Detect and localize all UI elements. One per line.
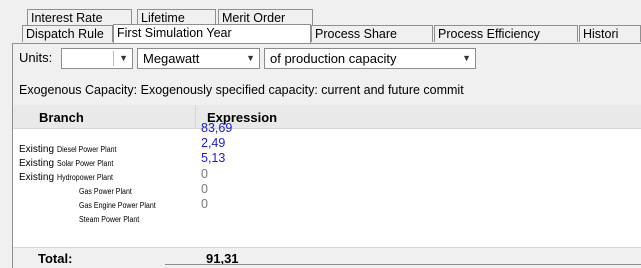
unit-select-value: Megawatt xyxy=(143,51,200,66)
branch-cell[interactable]: Gas Engine Power Plant xyxy=(79,197,166,211)
grid-header: Branch Expression xyxy=(13,105,641,129)
expression-cell[interactable]: 0 xyxy=(201,182,208,196)
tab-process-share[interactable]: Process Share xyxy=(311,25,433,42)
expression-grid[interactable]: Branch Expression Existing Diesel Power … xyxy=(13,105,641,268)
branch-cell[interactable]: Existing Hydropower Plant xyxy=(19,169,121,183)
chevron-down-icon: ▼ xyxy=(246,53,255,63)
column-header-branch[interactable]: Branch xyxy=(39,110,84,125)
branch-cell[interactable]: Steam Power Plant xyxy=(79,211,147,225)
expression-panel: Units: ▼ Megawatt ▼ of production capaci… xyxy=(12,43,641,268)
chevron-down-icon: ▼ xyxy=(462,53,471,63)
variable-description: Exogenous Capacity: Exogenously specifie… xyxy=(19,83,464,97)
divider xyxy=(165,264,641,265)
branch-cell[interactable]: Gas Power Plant xyxy=(79,183,139,197)
tab-process-efficiency[interactable]: Process Efficiency xyxy=(434,25,578,42)
expression-cell[interactable]: 83,69 xyxy=(201,121,232,135)
branch-cell[interactable]: Existing Solar Power Plant xyxy=(19,155,121,169)
branch-cell[interactable]: Existing Diesel Power Plant xyxy=(19,141,125,155)
total-label: Total: xyxy=(38,251,73,266)
tab-historical[interactable]: Histori xyxy=(579,25,641,42)
tab-dispatch-rule[interactable]: Dispatch Rule xyxy=(22,25,113,42)
expression-cell[interactable]: 2,49 xyxy=(201,136,225,150)
unit-select[interactable]: Megawatt ▼ xyxy=(137,48,260,69)
per-select[interactable]: of production capacity ▼ xyxy=(264,48,476,69)
units-label: Units: xyxy=(19,50,53,65)
expression-cell[interactable]: 0 xyxy=(201,197,208,211)
per-select-value: of production capacity xyxy=(270,51,397,66)
expression-cell[interactable]: 0 xyxy=(201,167,208,181)
scale-select[interactable]: ▼ xyxy=(61,48,133,69)
chevron-down-icon: ▼ xyxy=(119,53,128,63)
units-toolbar: Units: ▼ Megawatt ▼ of production capaci… xyxy=(13,47,641,69)
tab-first-simulation-year[interactable]: First Simulation Year xyxy=(113,24,311,43)
expression-cell[interactable]: 5,13 xyxy=(201,151,225,165)
